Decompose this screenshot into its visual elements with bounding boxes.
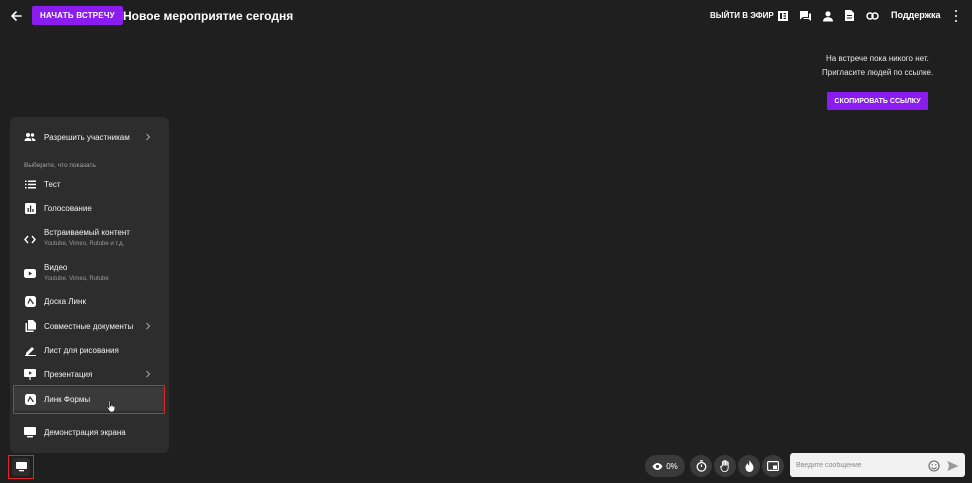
menu-item-label: Презентация [44,369,93,379]
document-icon[interactable] [843,9,856,22]
chat-icon[interactable] [799,9,812,22]
video-icon [24,267,36,279]
go-live-button[interactable]: ВЫЙТИ В ЭФИР [710,11,774,20]
reactions-button[interactable] [738,455,760,477]
support-link[interactable]: Поддержка [891,10,941,20]
menu-item-sublabel: Youtube, Vimeo, Rutube [44,276,109,282]
participants-board-icon[interactable] [776,9,789,22]
menu-item-sublabel: Youtube, Vimeo, Rutube и т.д. [44,241,125,247]
top-bar: НАЧАТЬ ВСТРЕЧУ Новое мероприятие сегодня… [0,0,972,32]
menu-item-label: Лист для рисования [44,345,119,355]
back-arrow-icon[interactable] [8,8,24,24]
link-icon[interactable] [866,9,879,22]
start-meeting-button[interactable]: НАЧАТЬ ВСТРЕЧУ [32,6,123,25]
menu-item-presentation[interactable]: Презентация [10,362,169,386]
chevron-right-icon [144,322,152,330]
menu-item-label: Встраиваемый контент [44,228,130,237]
emoji-icon[interactable] [928,459,940,472]
screen-icon [24,426,36,438]
event-title: Новое мероприятие сегодня [123,9,294,23]
menu-item-label: Демонстрация экрана [44,427,126,437]
copy-link-button[interactable]: СКОПИРОВАТЬ ССЫЛКУ [827,92,928,110]
stopwatch-icon [696,460,706,472]
screen-share-icon [12,458,30,476]
allow-participants-label: Разрешить участникам [44,132,130,142]
presentation-icon [24,368,36,380]
group-icon [24,131,36,143]
menu-item-drawing-sheet[interactable]: Лист для рисования [10,338,169,362]
pencil-icon [24,344,36,356]
chevron-right-icon [144,133,152,141]
allow-participants-item[interactable]: Разрешить участникам [10,125,169,149]
menu-item-label: Тест [44,179,61,189]
pip-icon [767,461,779,471]
message-composer [790,453,965,477]
more-options-icon[interactable] [952,9,960,23]
menu-item-test[interactable]: Тест [10,172,169,196]
hand-cursor-icon [106,400,116,413]
highlight-frame [13,385,165,414]
hand-icon [719,460,729,472]
menu-item-label: Голосование [44,203,92,213]
menu-item-screen-share[interactable]: Демонстрация экрана [10,420,169,444]
person-icon[interactable] [821,9,834,22]
empty-state-line2: Пригласите людей по ссылке. [822,68,934,77]
views-percent: 0% [666,461,678,471]
documents-icon [24,320,36,332]
share-content-button[interactable] [8,455,34,479]
send-icon[interactable] [947,459,959,471]
menu-item-shared-docs[interactable]: Совместные документы [10,314,169,338]
section-label: Выберите, что показать [24,162,96,169]
empty-state-line1: На встрече пока никого нет. [826,54,929,63]
fire-icon [745,460,753,472]
picture-in-picture-button[interactable] [762,455,784,477]
message-input[interactable] [790,453,925,477]
timer-button[interactable] [690,455,712,477]
list-icon [24,178,36,190]
views-counter: 0% [645,455,685,477]
code-icon [24,233,36,245]
menu-item-label: Совместные документы [44,321,134,331]
menu-item-poll[interactable]: Голосование [10,196,169,220]
menu-item-label: Видео [44,263,68,272]
eye-icon [652,462,663,470]
menu-item-video[interactable]: Видео Youtube, Vimeo, Rutube [10,258,169,288]
raise-hand-button[interactable] [714,455,736,477]
board-icon [24,295,36,307]
poll-icon [24,202,36,214]
chevron-right-icon [144,370,152,378]
menu-item-embed[interactable]: Встраиваемый контент Youtube, Vimeo, Rut… [10,224,169,254]
menu-item-link-board[interactable]: Доска Линк [10,289,169,313]
menu-item-label: Доска Линк [44,296,86,306]
